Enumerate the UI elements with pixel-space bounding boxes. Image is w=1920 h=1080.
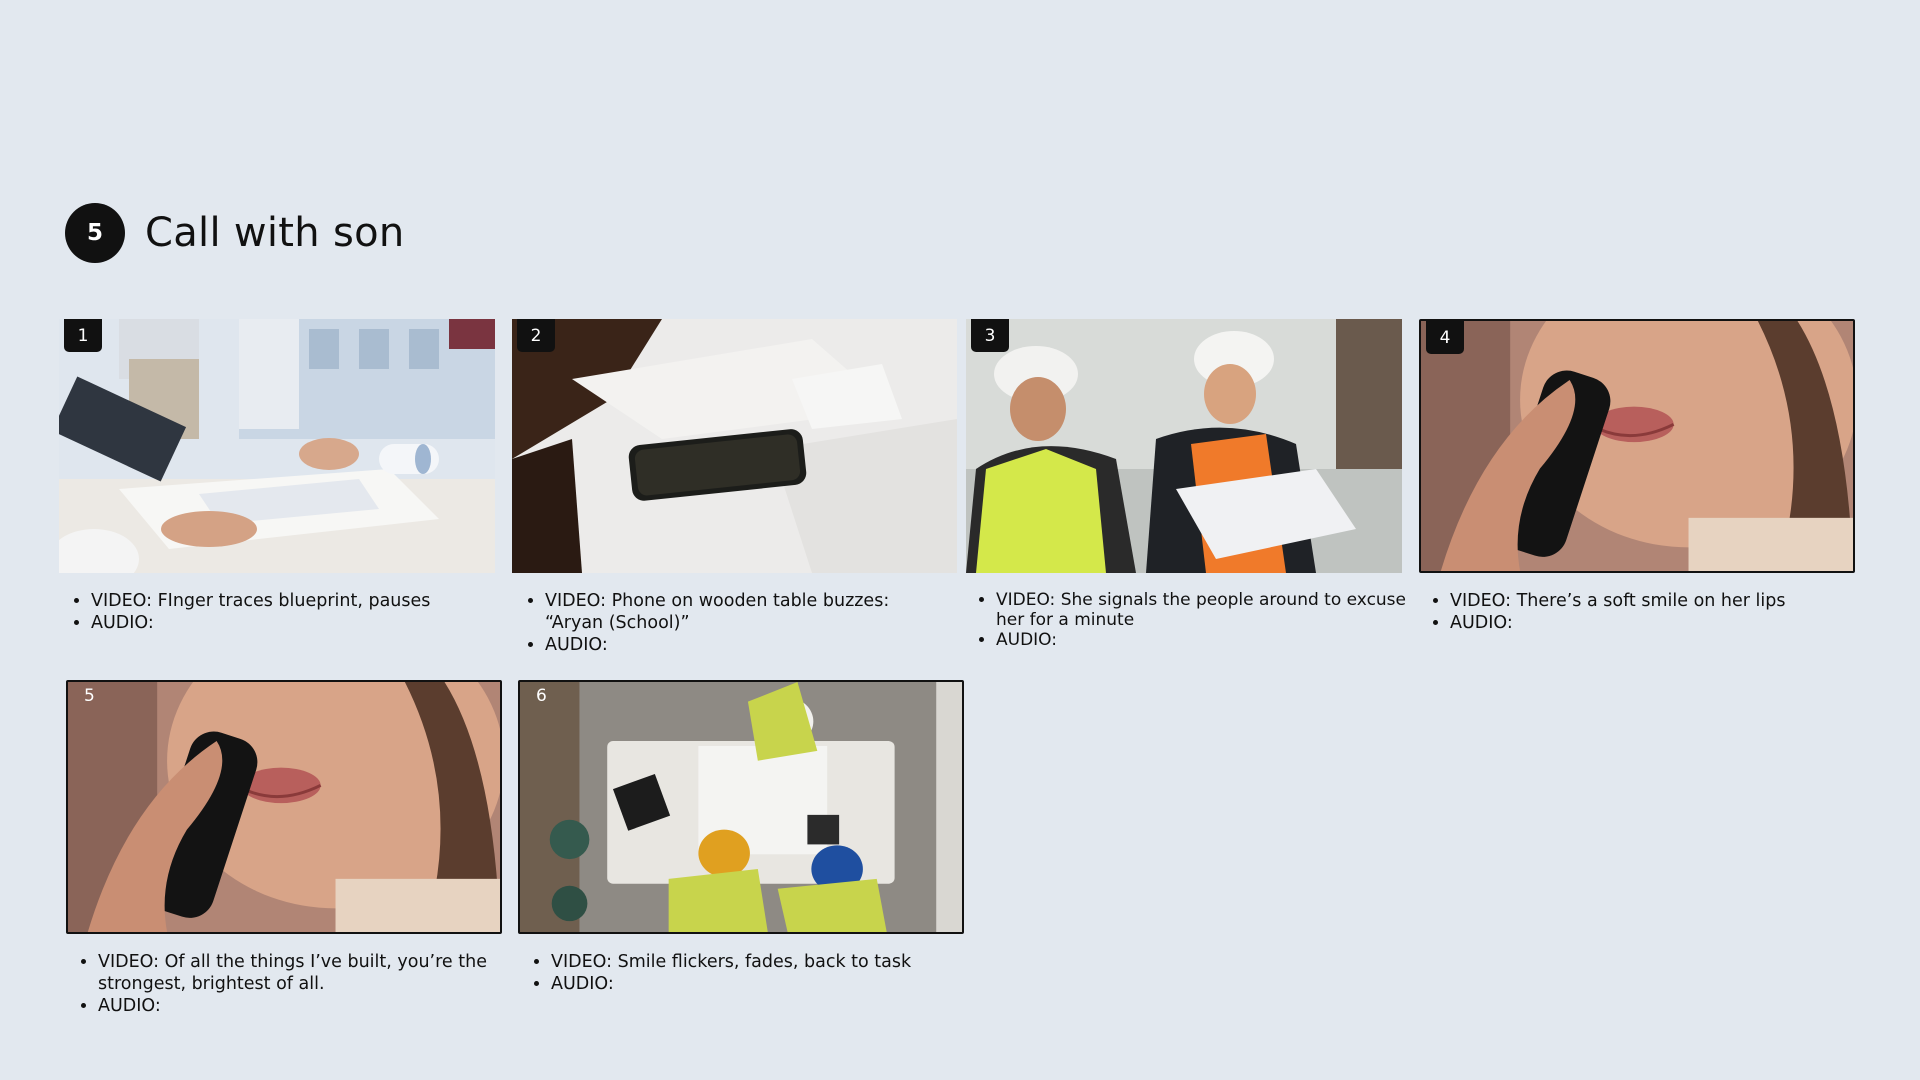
shot-notes-3: VIDEO: She signals the people around to …: [966, 590, 1436, 650]
shot-frame-2[interactable]: 2: [512, 319, 957, 573]
shot-number-label: 5: [84, 686, 95, 706]
overhead-workers-table-image: [520, 682, 962, 932]
video-note: VIDEO: Smile flickers, fades, back to ta…: [551, 951, 991, 973]
audio-note: AUDIO:: [551, 973, 991, 995]
woman-on-phone-image: [68, 682, 500, 932]
shot-frame-3[interactable]: 3: [966, 319, 1402, 573]
audio-note: AUDIO:: [545, 634, 985, 656]
hands-on-blueprint-image: [59, 319, 495, 573]
shot-number-badge: 2: [517, 319, 555, 352]
audio-note: AUDIO:: [98, 995, 538, 1017]
video-note: VIDEO: She signals the people around to …: [996, 590, 1436, 630]
shot-notes-2: VIDEO: Phone on wooden table buzzes:“Ary…: [515, 590, 985, 656]
audio-note: AUDIO:: [996, 630, 1436, 650]
shot-notes-6: VIDEO: Smile flickers, fades, back to ta…: [521, 951, 991, 995]
scene-title: Call with son: [145, 210, 405, 256]
audio-note: AUDIO:: [91, 612, 521, 634]
shot-number-badge: 4: [1426, 321, 1464, 354]
shot-number-badge: 3: [971, 319, 1009, 352]
shot-frame-4[interactable]: 4: [1419, 319, 1855, 573]
video-note: VIDEO: FInger traces blueprint, pauses: [91, 590, 521, 612]
storyboard-page: 5 Call with son 1 • VIDEO: FInger traces…: [0, 0, 1920, 1080]
phone-on-table-image: [512, 319, 957, 573]
shot-frame-6[interactable]: 6: [518, 680, 964, 934]
audio-note: AUDIO:: [1450, 612, 1890, 634]
shot-notes-1: VIDEO: FInger traces blueprint, pauses A…: [61, 590, 521, 634]
video-note: VIDEO: There’s a soft smile on her lips: [1450, 590, 1890, 612]
shot-notes-4: VIDEO: There’s a soft smile on her lips …: [1420, 590, 1890, 634]
shot-frame-5[interactable]: 5: [66, 680, 502, 934]
construction-workers-image: [966, 319, 1402, 573]
shot-frame-1[interactable]: 1: [59, 319, 495, 573]
scene-header: 5 Call with son: [65, 203, 405, 263]
scene-number-badge: 5: [65, 203, 125, 263]
shot-number-badge: 1: [64, 319, 102, 352]
shot-number-label: 6: [536, 686, 547, 706]
shot-notes-5: VIDEO: Of all the things I’ve built, you…: [68, 951, 538, 1017]
video-note: VIDEO: Of all the things I’ve built, you…: [98, 951, 538, 995]
woman-on-phone-image: [1421, 321, 1853, 571]
video-note: VIDEO: Phone on wooden table buzzes:“Ary…: [545, 590, 985, 634]
